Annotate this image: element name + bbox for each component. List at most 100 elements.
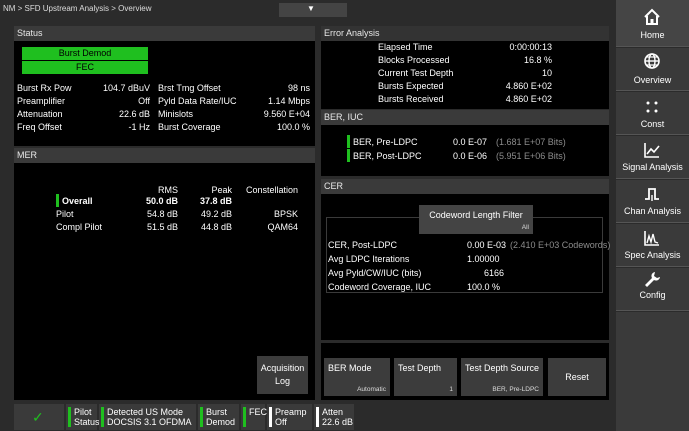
status-indicator-bar (269, 407, 272, 427)
sidebar-item-label: Chan Analysis (623, 206, 682, 216)
ber-mode-value: Automatic (357, 386, 386, 393)
test-depth-source-value: BER, Pre-LDPC (492, 386, 539, 393)
status-bar-item-pilot: Pilot Status (66, 404, 100, 430)
top-bar: NM > SFD Upstream Analysis > Overview ▼ (0, 0, 616, 19)
checkmark-icon: ✓ (32, 409, 44, 425)
acquisition-log-line1: Acquisition (260, 363, 305, 373)
status-bar-line: Off (275, 417, 287, 427)
status-indicator-bar (200, 407, 203, 427)
sidebar-item-home[interactable]: Home (616, 0, 689, 47)
cer-row-label: Avg Pyld/CW/IUC (bits) (328, 268, 422, 278)
ber-iuc-title: BER, IUC (321, 110, 609, 125)
burst-demod-indicator: Burst Demod (22, 47, 148, 60)
bottom-buttons-area: BER Mode Automatic Test Depth 1 Test Dep… (321, 343, 609, 400)
ber-post-indicator-bar (347, 149, 350, 162)
sidebar-item-label: Signal Analysis (622, 162, 683, 172)
wrench-icon (645, 272, 660, 287)
status-bar-item-fec: FEC (241, 404, 267, 430)
sidebar-item-spec-analysis[interactable]: Spec Analysis (616, 224, 689, 267)
status-panel-title: Status (14, 26, 315, 41)
test-depth-value: 1 (449, 386, 453, 393)
sidebar-item-const[interactable]: Const (616, 92, 689, 135)
error-value: 4.860 E+02 (505, 94, 552, 104)
mer-header-rms: RMS (158, 185, 178, 195)
status-label: Pyld Data Rate/IUC (158, 96, 237, 106)
sidebar-filler (616, 312, 689, 431)
acquisition-log-line2: Log (274, 376, 291, 386)
fec-indicator: FEC (22, 61, 148, 74)
error-value: 10 (541, 68, 552, 78)
status-value: -1 Hz (128, 122, 150, 132)
status-bar-line: Burst (206, 407, 228, 417)
spectrum-analysis-icon (644, 231, 659, 246)
status-bar-item-preamp: Preamp Off (267, 404, 312, 430)
error-analysis-panel: Error Analysis Elapsed Time 0:00:00:13 B… (321, 26, 609, 109)
test-depth-button[interactable]: Test Depth 1 (394, 358, 457, 396)
mer-row-label: Compl Pilot (56, 222, 103, 232)
acquisition-log-button[interactable]: Acquisition Log (257, 356, 308, 394)
ber-row-value: 0.0 E-07 (453, 137, 488, 147)
sidebar-item-config[interactable]: Config (616, 268, 689, 311)
reset-label: Reset (565, 372, 589, 382)
cer-row-value: 1.00000 (467, 254, 500, 264)
status-value: 1.14 Mbps (267, 96, 310, 106)
status-bar-line: Demod (206, 417, 236, 427)
mer-row-rms: 54.8 dB (146, 209, 178, 219)
ber-row-detail: (5.951 E+06 Bits) (496, 151, 566, 161)
codeword-length-filter-label: Codeword Length Filter (429, 210, 523, 220)
sidebar-item-label: Home (640, 30, 665, 40)
constellation-icon (646, 101, 658, 113)
home-icon (644, 8, 660, 25)
sidebar-item-chan-analysis[interactable]: Chan Analysis (616, 180, 689, 223)
reset-button[interactable]: Reset (548, 358, 606, 396)
globe-icon (644, 53, 660, 69)
mer-row-rms: 51.5 dB (146, 222, 178, 232)
error-label: Bursts Received (378, 94, 444, 104)
status-label: Freq Offset (17, 122, 62, 132)
sidebar-item-label: Const (640, 119, 665, 129)
ber-row-label: BER, Post-LDPC (353, 151, 422, 161)
mer-panel: MER RMS Peak Constellation Overall 50.0 … (14, 148, 315, 400)
ber-row-value: 0.0 E-06 (453, 151, 488, 161)
mer-row-rms: 50.0 dB (145, 196, 178, 206)
ber-mode-button[interactable]: BER Mode Automatic (324, 358, 390, 396)
mer-row-peak: 49.2 dB (200, 209, 232, 219)
cer-row-label: Avg LDPC Iterations (328, 254, 410, 264)
status-indicator-bar (101, 407, 104, 427)
cer-row-label: Codeword Coverage, IUC (328, 282, 432, 292)
sidebar-item-signal-analysis[interactable]: Signal Analysis (616, 136, 689, 179)
mer-header-constellation: Constellation (245, 185, 298, 195)
ber-row-label: BER, Pre-LDPC (353, 137, 418, 147)
codeword-length-filter-button[interactable]: Codeword Length Filter All (419, 205, 533, 234)
mer-row-label: Overall (62, 196, 93, 206)
status-bar-line: Detected US Mode (107, 407, 184, 417)
overview-dropdown-button[interactable]: ▼ (279, 3, 347, 17)
sidebar-item-label: Overview (633, 75, 672, 85)
cer-title: CER (321, 179, 609, 194)
test-depth-label: Test Depth (398, 363, 442, 373)
cer-row-value: 0.00 E-03 (467, 240, 507, 250)
error-analysis-title: Error Analysis (321, 26, 609, 41)
cer-row-value: 6166 (484, 268, 505, 278)
test-depth-source-button[interactable]: Test Depth Source BER, Pre-LDPC (461, 358, 543, 396)
chevron-down-icon: ▼ (307, 4, 315, 13)
status-value: 9.560 E+04 (263, 109, 310, 119)
error-label: Current Test Depth (378, 68, 454, 78)
status-ok-indicator: ✓ (14, 404, 64, 430)
status-bar-line: DOCSIS 3.1 OFDMA (107, 417, 192, 427)
status-panel: Status Burst Demod FEC Burst Rx Pow 104.… (14, 26, 315, 146)
mer-row-constellation: BPSK (273, 209, 298, 219)
status-bar-line: 22.6 dB (322, 417, 354, 427)
mer-header-peak: Peak (211, 185, 232, 195)
error-value: 16.8 % (523, 55, 552, 65)
mer-row-label: Pilot (56, 209, 74, 219)
sidebar-item-overview[interactable]: Overview (616, 48, 689, 91)
status-bar-line: Status (74, 417, 100, 427)
status-label: Burst Coverage (158, 122, 221, 132)
sidebar-item-label: Config (639, 290, 666, 300)
status-indicator-bar (68, 407, 71, 427)
mer-row-constellation: QAM64 (267, 222, 298, 232)
error-value: 0:00:00:13 (509, 42, 552, 52)
mer-row-peak: 44.8 dB (200, 222, 232, 232)
status-label: Burst Rx Pow (17, 83, 72, 93)
